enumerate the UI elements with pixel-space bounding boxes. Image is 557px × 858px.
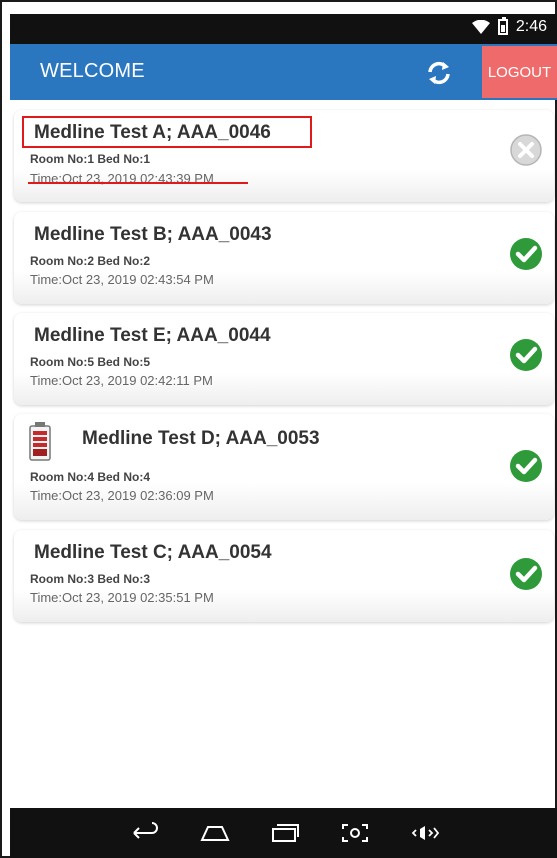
home-icon[interactable] [200,820,230,846]
back-icon[interactable] [130,820,160,846]
app-bar: WELCOME LOGOUT [10,44,557,100]
room-bed: Room No:4 Bed No:4 [30,470,150,484]
status-bar: 2:46 [10,14,557,44]
x-circle-icon[interactable] [508,132,544,168]
sync-icon [428,61,450,85]
check-circle-icon[interactable] [508,448,544,484]
navigation-bar [10,808,557,858]
patient-card[interactable]: Medline Test C; AAA_0054 Room No:3 Bed N… [14,530,554,622]
patient-card[interactable]: Medline Test D; AAA_0053 Room No:4 Bed N… [14,414,554,520]
patient-name: Medline Test E; AAA_0044 [34,325,271,346]
check-circle-icon[interactable] [508,337,544,373]
patient-time: Time:Oct 23, 2019 02:43:54 PM [30,272,214,287]
wifi-icon [471,20,490,34]
check-circle-icon[interactable] [508,556,544,592]
patient-name: Medline Test D; AAA_0053 [82,428,320,449]
recent-apps-icon[interactable] [270,820,300,846]
patient-time: Time:Oct 23, 2019 02:42:11 PM [30,373,213,388]
highlight-box [22,116,312,148]
volume-icon[interactable] [410,820,440,846]
room-bed: Room No:5 Bed No:5 [30,355,150,369]
patient-name: Medline Test C; AAA_0054 [34,542,272,563]
patient-card[interactable]: Medline Test B; AAA_0043 Room No:2 Bed N… [14,212,554,304]
app-title: WELCOME [40,60,145,82]
patient-time: Time:Oct 23, 2019 02:35:51 PM [30,590,214,605]
patient-name: Medline Test B; AAA_0043 [34,224,272,245]
battery-device-icon [29,422,51,461]
room-bed: Room No:1 Bed No:1 [30,152,150,166]
status-time: 2:46 [515,18,547,35]
screenshot-icon[interactable] [340,820,370,846]
logout-button[interactable]: LOGOUT [482,46,557,98]
highlight-underline [28,182,248,184]
check-circle-icon[interactable] [508,236,544,272]
sync-button[interactable] [420,54,458,92]
room-bed: Room No:2 Bed No:2 [30,254,150,268]
patient-card[interactable]: Medline Test E; AAA_0044 Room No:5 Bed N… [14,313,554,405]
room-bed: Room No:3 Bed No:3 [30,572,150,586]
battery-icon [497,17,508,35]
patient-time: Time:Oct 23, 2019 02:36:09 PM [30,488,214,503]
